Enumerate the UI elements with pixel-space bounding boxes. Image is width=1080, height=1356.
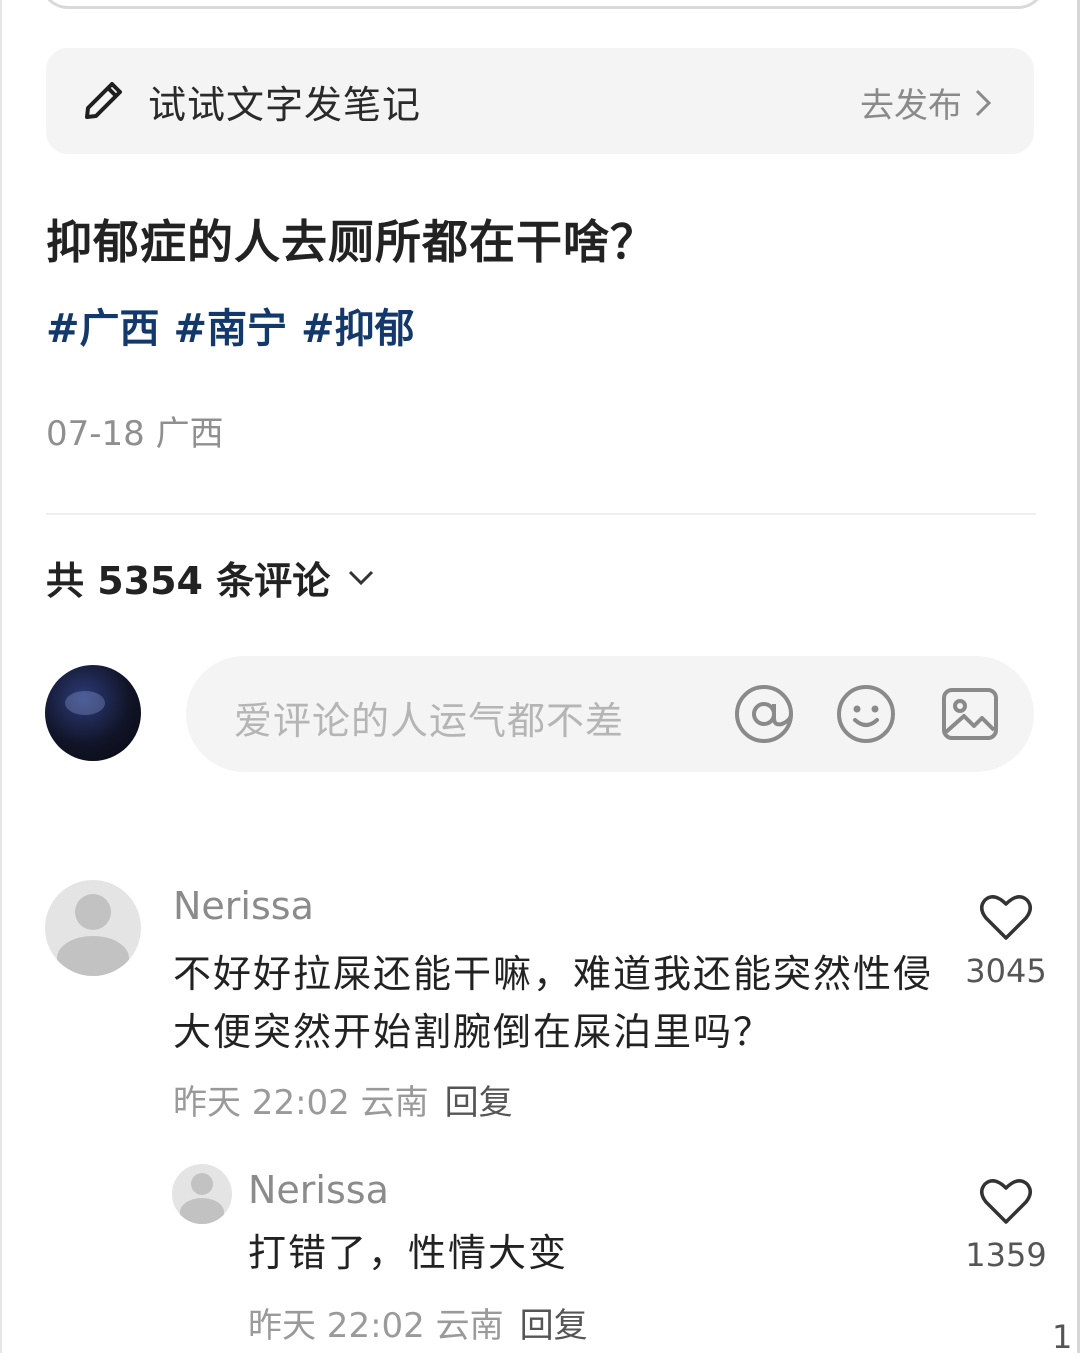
tag-link[interactable]: #广西 bbox=[46, 296, 160, 354]
post-date: 07-18 bbox=[46, 414, 145, 454]
chevron-right-icon bbox=[975, 89, 992, 116]
post-title: 抑郁症的人去厕所都在干啥？ bbox=[46, 215, 657, 269]
tag-link[interactable]: #南宁 bbox=[174, 296, 288, 354]
comment-location: 云南 bbox=[360, 1083, 429, 1123]
post-meta: 07-18 广西 bbox=[46, 406, 224, 455]
comment-count-label: 共 5354 条评论 bbox=[46, 559, 331, 603]
comment-location: 云南 bbox=[435, 1306, 504, 1346]
comment-time: 昨天 22:02 bbox=[248, 1306, 425, 1346]
publish-button[interactable]: 去发布 bbox=[860, 78, 994, 127]
like-count: 3045 bbox=[965, 952, 1047, 990]
divider bbox=[46, 513, 1036, 515]
heart-icon bbox=[980, 1179, 1032, 1224]
write-note-bar[interactable]: 试试文字发笔记 去发布 bbox=[46, 48, 1034, 154]
cut-off-count: 1 bbox=[1052, 1318, 1073, 1356]
post-tags: #广西 #南宁 #抑郁 bbox=[46, 296, 415, 354]
post-location: 广西 bbox=[155, 414, 224, 454]
commenter-name[interactable]: Nerissa bbox=[173, 884, 314, 928]
reply-button[interactable]: 回复 bbox=[520, 1298, 588, 1347]
avatar[interactable] bbox=[45, 665, 141, 761]
reply-button[interactable]: 回复 bbox=[445, 1075, 513, 1124]
comment-input[interactable]: 爱评论的人运气都不差 bbox=[186, 656, 1034, 772]
heart-icon bbox=[980, 895, 1032, 940]
like-count: 1359 bbox=[965, 1236, 1047, 1274]
comment-input-placeholder: 爱评论的人运气都不差 bbox=[234, 699, 625, 743]
commenter-avatar[interactable] bbox=[172, 1164, 232, 1224]
comment-text: 打错了，性情大变 bbox=[248, 1231, 569, 1275]
tag-link[interactable]: #抑郁 bbox=[301, 296, 415, 354]
comment-count-toggle[interactable]: 共 5354 条评论 bbox=[46, 550, 376, 605]
previous-panel-edge bbox=[40, 0, 1046, 9]
left-border bbox=[0, 0, 2, 1353]
publish-label: 去发布 bbox=[860, 86, 962, 126]
pencil-icon bbox=[85, 82, 122, 119]
comment-meta: 昨天 22:02 云南 回复 bbox=[173, 1075, 513, 1124]
comment-text: 不好好拉屎还能干嘛，难道我还能突然性侵大便突然开始割腕倒在屎泊里吗？ bbox=[173, 952, 934, 1054]
at-icon[interactable] bbox=[732, 682, 796, 746]
commenter-avatar[interactable] bbox=[45, 880, 141, 976]
like-button[interactable]: 3045 bbox=[965, 892, 1047, 990]
comment-meta: 昨天 22:02 云南 回复 bbox=[248, 1298, 588, 1347]
comment-time: 昨天 22:02 bbox=[173, 1083, 350, 1123]
write-note-label: 试试文字发笔记 bbox=[148, 83, 422, 127]
emoji-icon[interactable] bbox=[834, 682, 898, 746]
like-button[interactable]: 1359 bbox=[965, 1176, 1047, 1274]
image-icon[interactable] bbox=[938, 682, 1002, 746]
commenter-name[interactable]: Nerissa bbox=[248, 1168, 389, 1212]
chevron-down-icon bbox=[349, 570, 374, 585]
